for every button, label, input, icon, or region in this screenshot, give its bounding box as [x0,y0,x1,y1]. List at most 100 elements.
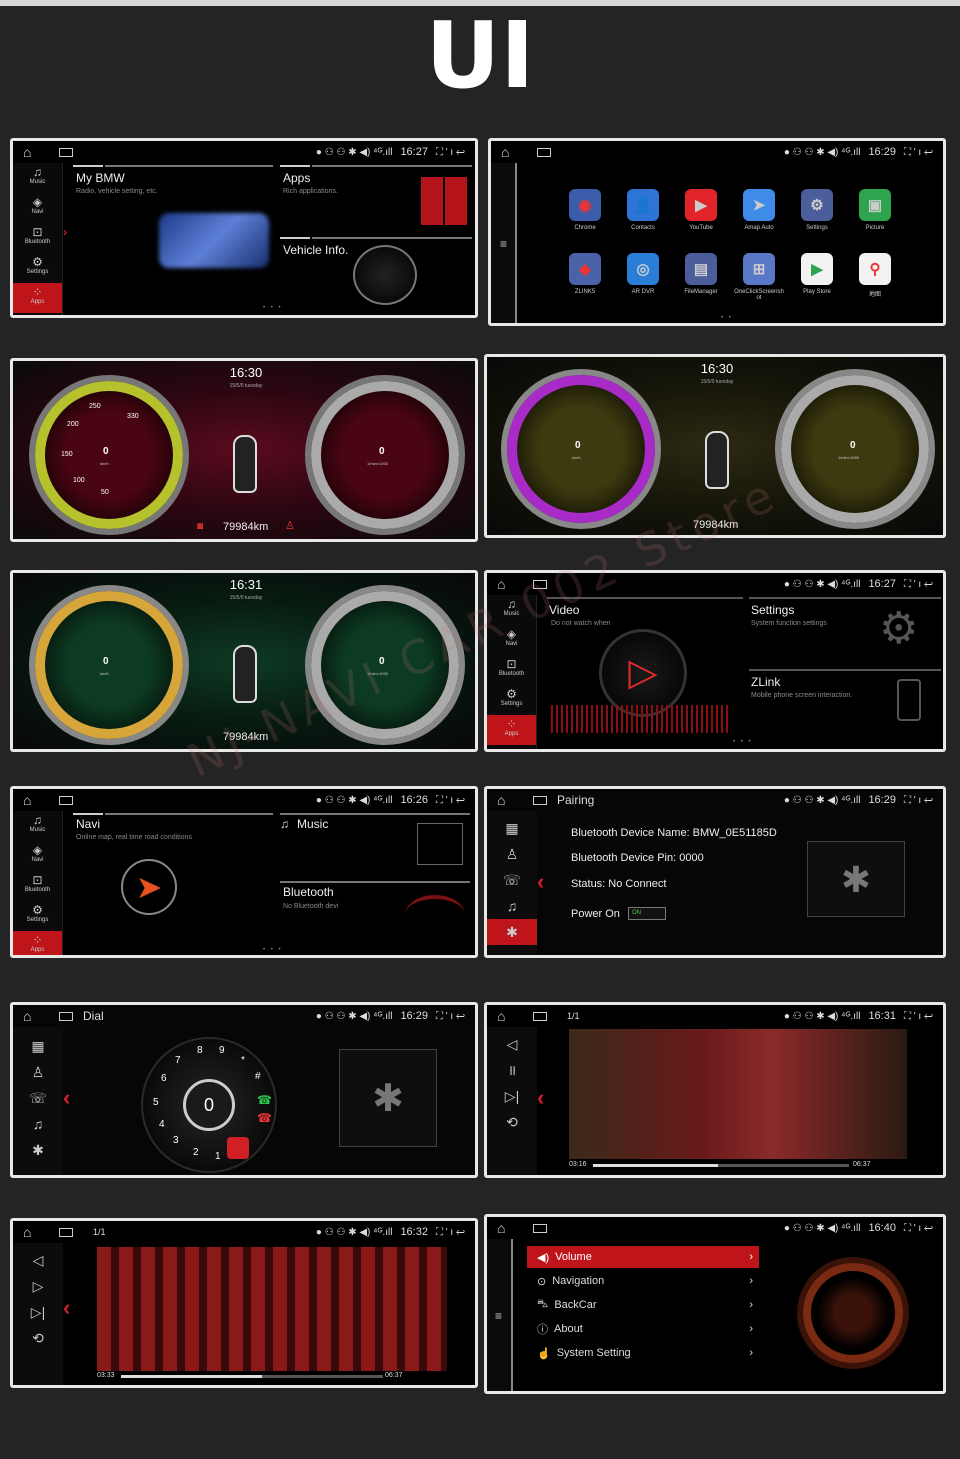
app-oneclickscreenshot[interactable]: ⊞ OneClickScreensh ot [731,253,787,301]
prev-icon[interactable]: ◁ [487,1031,537,1057]
dial-digit[interactable]: 2 [193,1147,199,1158]
side-item-apps[interactable]: ⁘ Apps [13,283,62,313]
back-arrow-icon[interactable]: ‹ [537,869,544,895]
music-icon[interactable]: ♫ [487,893,537,919]
dial-digit[interactable]: * [241,1055,245,1066]
app-zlink5[interactable]: ◆ ZLINK5 [557,253,613,295]
dial-digit[interactable]: 6 [161,1073,167,1084]
tile-my-bmw-title[interactable]: My BMW [76,171,125,185]
app-chrome[interactable]: ◉ Chrome [557,189,613,231]
tile-bluetooth-title[interactable]: Bluetooth [283,885,334,899]
menu-icon[interactable]: ≡ [495,1309,502,1323]
chevron-right-icon[interactable]: › [63,225,67,239]
dialpad-icon[interactable]: ▦ [487,815,537,841]
menu-icon[interactable]: ≡ [500,237,507,251]
window-icon[interactable] [533,1011,547,1021]
back-arrow-icon[interactable]: ‹ [63,1295,70,1321]
dial-digit[interactable]: 3 [173,1135,179,1146]
power-toggle[interactable]: ON [628,907,666,920]
menu-item-about[interactable]: ⓘ About › [527,1318,759,1340]
dial-digit[interactable]: 1 [215,1151,221,1162]
window-icon[interactable] [533,795,547,805]
repeat-icon[interactable]: ⟲ [13,1325,63,1351]
music-icon[interactable]: ♫ [13,1111,63,1137]
contacts-icon[interactable]: ♙ [13,1059,63,1085]
pause-icon[interactable]: ॥ [487,1057,537,1083]
window-icon[interactable] [59,795,73,805]
play-icon[interactable]: ▷ [599,629,687,717]
system-icons[interactable]: ⛶ ' ı ↩ [904,147,933,158]
back-arrow-icon[interactable]: ‹ [63,1085,70,1111]
side-item-music[interactable]: ♫ Music [13,811,62,841]
play-icon[interactable]: ▷ [13,1273,63,1299]
next-icon[interactable]: ▷| [13,1299,63,1325]
app-picture[interactable]: ▣ Picture [847,189,903,231]
app-settings[interactable]: ⚙ Settings [789,189,845,231]
bluetooth-icon[interactable]: ✱ [487,919,537,945]
home-icon[interactable]: ⌂ [497,792,519,808]
side-item-bluetooth[interactable]: ⊡ Bluetooth [13,223,62,253]
call-log-icon[interactable]: ☏ [487,867,537,893]
window-icon[interactable] [533,1223,547,1233]
home-icon[interactable]: ⌂ [23,792,45,808]
prev-icon[interactable]: ◁ [13,1247,63,1273]
home-icon[interactable]: ⌂ [23,1008,45,1024]
menu-item-navigation[interactable]: ⊙ Navigation › [527,1270,759,1292]
dial-digit[interactable]: 5 [153,1097,159,1108]
side-item-bluetooth[interactable]: ⊡ Bluetooth [487,655,536,685]
app-filemanager[interactable]: ▤ FileManager [673,253,729,295]
system-icons[interactable]: ⛶ ' ı ↩ [436,1011,465,1022]
system-icons[interactable]: ⛶ ' ı ↩ [904,579,933,590]
repeat-icon[interactable]: ⟲ [487,1109,537,1135]
tile-music-title[interactable]: Music [297,817,328,831]
bluetooth-icon[interactable]: ✱ [13,1137,63,1163]
side-item-apps[interactable]: ⁘ Apps [487,715,536,745]
window-icon[interactable] [537,147,551,157]
app-youtube[interactable]: ▶ YouTube [673,189,729,231]
app-play-store[interactable]: ▶ Play Store [789,253,845,295]
side-item-settings[interactable]: ⚙ Settings [13,901,62,931]
dial-digit[interactable]: # [255,1071,261,1082]
system-icons[interactable]: ⛶ ' ı ↩ [904,1011,933,1022]
progress-bar[interactable] [121,1375,383,1378]
progress-bar[interactable] [593,1164,849,1167]
tile-navi-title[interactable]: Navi [76,817,100,831]
dial-digit[interactable]: 7 [175,1055,181,1066]
video-frame[interactable] [569,1029,907,1159]
side-item-navi[interactable]: ◈ Navi [13,841,62,871]
dial-digit[interactable]: 9 [219,1045,225,1056]
call-log-icon[interactable]: ☏ [13,1085,63,1111]
system-icons[interactable]: ⛶ ' ı ↩ [904,795,933,806]
tile-settings-title[interactable]: Settings [751,603,794,617]
dial-center-button[interactable]: 0 [183,1079,235,1131]
video-frame[interactable] [97,1247,447,1371]
window-icon[interactable] [59,1227,73,1237]
contacts-icon[interactable]: ♙ [487,841,537,867]
dial-digit[interactable]: 8 [197,1045,203,1056]
side-item-bluetooth[interactable]: ⊡ Bluetooth [13,871,62,901]
home-icon[interactable]: ⌂ [497,1220,519,1236]
dialpad-icon[interactable]: ▦ [13,1033,63,1059]
dial-digit[interactable]: 4 [159,1119,165,1130]
system-icons[interactable]: ⛶ ' ı ↩ [436,147,465,158]
next-icon[interactable]: ▷| [487,1083,537,1109]
call-button-icon[interactable]: ☎ [257,1093,272,1107]
window-icon[interactable] [59,147,73,157]
home-icon[interactable]: ⌂ [501,144,523,160]
tile-apps-title[interactable]: Apps [283,171,310,185]
menu-item-backcar[interactable]: ⛍ BackCar › [527,1294,759,1316]
home-icon[interactable]: ⌂ [497,1008,519,1024]
side-item-settings[interactable]: ⚙ Settings [487,685,536,715]
system-icons[interactable]: ⛶ ' ı ↩ [436,795,465,806]
side-item-music[interactable]: ♫ Music [13,163,62,193]
home-icon[interactable]: ⌂ [23,1224,45,1240]
side-item-apps[interactable]: ⁘ Apps [13,931,62,955]
menu-item-volume[interactable]: ◀) Volume › [527,1246,759,1268]
system-icons[interactable]: ⛶ ' ı ↩ [436,1227,465,1238]
side-item-settings[interactable]: ⚙ Settings [13,253,62,283]
tile-zlink-title[interactable]: ZLink [751,675,780,689]
home-icon[interactable]: ⌂ [23,144,45,160]
app-maps[interactable]: ⚲ 地图 [847,253,903,298]
app-ar-dvr[interactable]: ◎ AR DVR [615,253,671,295]
menu-item-system-setting[interactable]: ☝ System Setting › [527,1342,759,1364]
